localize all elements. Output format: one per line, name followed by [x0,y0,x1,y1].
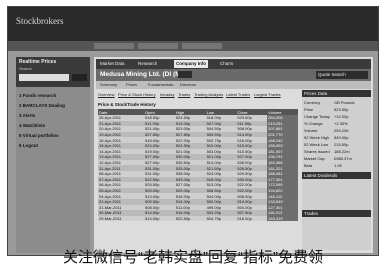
subtab-directors[interactable]: Directors [180,82,196,87]
subtab-prices[interactable]: Prices [126,82,137,87]
sidebar-item-logout[interactable]: 6 Logout [19,143,38,148]
price-data-value: 523.50p [334,107,349,112]
tab-charts[interactable]: Charts [218,60,235,68]
subtab-summary[interactable]: Summary [100,82,117,87]
tab-bar: Market Data Research Company Info Charts [96,59,371,69]
price-data-value: GB Pounds [334,100,355,105]
price-data-key: 52 Week Low [304,142,329,147]
price-data-key: Shares Issued [304,149,330,154]
price-history-label: Price & StockTrade History [98,102,156,107]
browser-frame: Stockbrokers Realtime Prices Search 1 Fu… [7,6,379,256]
sidebar-item-watchlists[interactable]: 4 Watchlists [19,123,45,128]
link-overview[interactable]: Overview [98,92,115,97]
company-header: Medusa Mining Ltd. (DI (MML) Quote Searc… [96,69,371,81]
price-data-key: Beta [304,163,313,168]
price-data-row: Volume 254,206 [304,128,368,133]
price-data-value: 254,206 [334,128,349,133]
price-data-row: Beta 1.05 [304,163,368,168]
link-intraday[interactable]: Intraday [160,92,174,97]
price-data-key: % Change [304,121,323,126]
quote-search-button[interactable]: Quote Search [316,71,368,79]
tab-research[interactable]: Research [136,60,159,68]
price-data-row: Shares Issued 188.22m [304,149,368,154]
nav-strip [8,41,378,51]
link-trading-analysis[interactable]: Trading Analysis [194,92,223,97]
table-row: 29-Mar-2011 514.00p 522.50p 504.75p 518.00p 1… [98,215,298,222]
price-data-row: 52 Week High 540.00p [304,135,368,140]
table-cell: 163,319 [267,215,298,222]
price-data-key: Change Today [304,114,330,119]
price-data-value: 188.22m [334,149,350,154]
add-watchlist-badge[interactable] [178,71,192,78]
wechat-caption: 关注微信号“老韩实盘”回复“指标”免费领 [63,249,323,266]
subtab-fundamentals[interactable]: Fundamentals [148,82,173,87]
price-data-key: Market Cap [304,156,325,161]
right-panel: Prices Data Currency GB Pounds Price 523.50… [302,90,371,250]
table-cell: 522.50p [174,215,206,222]
trades-header: Trades [302,210,371,217]
sub-tabs: Summary Prices Fundamentals Directors [96,81,371,89]
table-cell: 518.00p [236,215,268,222]
sidebar: Realtime Prices Search 1 Funds research … [16,57,90,253]
search-label: Search [19,66,32,71]
top-bar: Stockbrokers [8,7,378,41]
price-data-value: £985.37m [334,156,352,161]
price-data-key: Currency [304,100,321,105]
price-data-key: Price [304,107,314,112]
price-data-row: Price 523.50p [304,107,368,112]
dividends-header: Latest Dividends [302,172,371,179]
price-data-row: Currency GB Pounds [304,100,368,105]
link-latest-trades[interactable]: Latest Trades [226,92,250,97]
price-data-row: Change Today +12.00p [304,114,368,119]
tab-company-info[interactable]: Company Info [174,60,208,68]
search-input[interactable] [19,74,69,81]
price-data-row: Market Cap £985.37m [304,156,368,161]
table-cell: 504.75p [205,215,237,222]
section-links: Overview Price & Stock History Intraday … [98,92,298,100]
price-data-value: +2.35% [334,121,348,126]
realtime-prices-box: Realtime Prices Search [16,57,90,87]
tab-market-data[interactable]: Market Data [98,60,127,68]
price-data-value: +12.00p [334,114,349,119]
site-logo[interactable]: Stockbrokers [16,16,64,26]
sidebar-item-dealing[interactable]: 2 BARCLAYS Dealing [19,103,65,108]
link-price-history[interactable]: Price & Stock History [118,92,156,97]
prices-data-header: Prices Data [302,90,371,97]
price-data-key: Volume [304,128,318,133]
table-cell: 514.00p [144,215,175,222]
price-data-value: 215.50p [334,142,349,147]
price-data-row: % Change +2.35% [304,121,368,126]
price-data-value: 1.05 [334,163,342,168]
table-cell: 29-Mar-2011 [98,215,145,222]
price-data-value: 540.00p [334,135,349,140]
price-data-row: 52 Week Low 215.50p [304,142,368,147]
realtime-prices-title: Realtime Prices [19,59,57,65]
price-history-table: Date Open High Low Close Volume 26-Apr-2… [98,109,298,222]
sidebar-item-alerts[interactable]: 3 Alerts [19,113,35,118]
main-panel: Market Data Research Company Info Charts… [94,57,373,253]
search-go-button[interactable] [72,74,87,81]
price-data-key: 52 Week High [304,135,330,140]
sidebar-item-funds[interactable]: 1 Funds research [19,93,56,98]
link-trades[interactable]: Trades [178,92,190,97]
sidebar-item-portfolios[interactable]: 5 Virtual portfolios [19,133,59,138]
link-largest-trades[interactable]: Largest Trades [254,92,281,97]
